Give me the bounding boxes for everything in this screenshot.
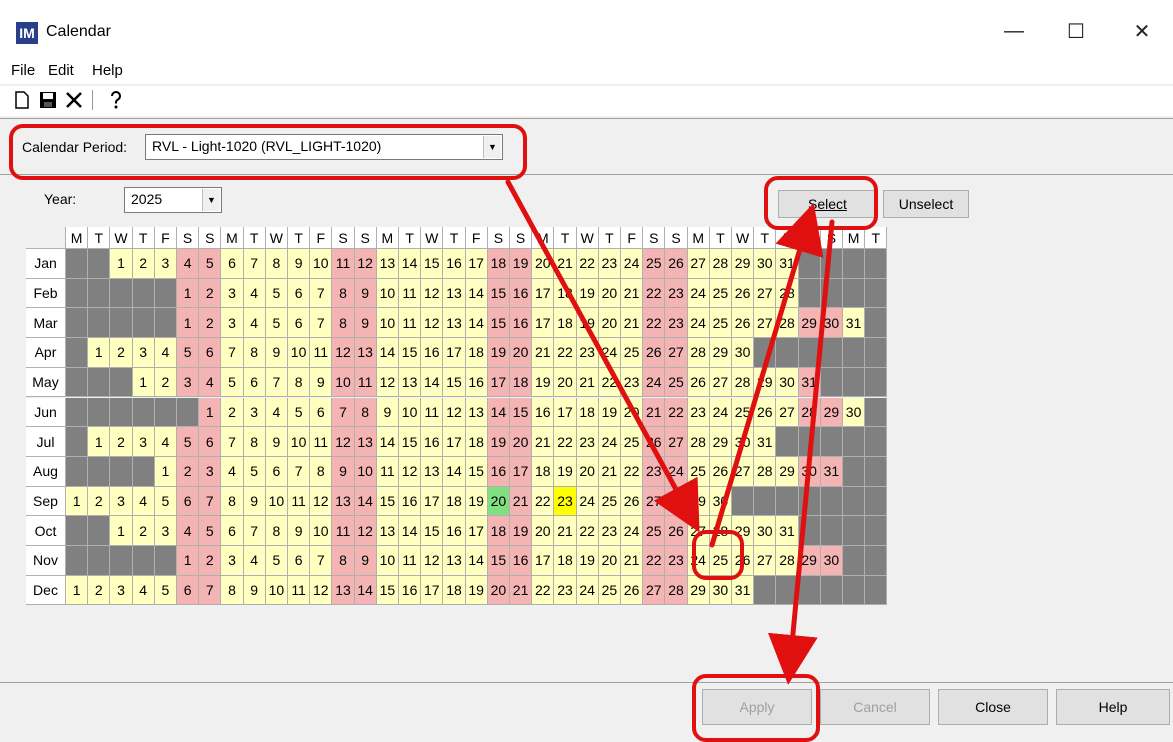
annotation-arrow — [709, 202, 824, 548]
annotation-arrow — [505, 179, 700, 533]
annotation-box-apply — [692, 674, 820, 742]
annotation-arrow — [767, 219, 835, 685]
annotation-box-day-23 — [692, 530, 744, 580]
annotation-overlay — [505, 179, 835, 685]
annotation-box-calendar-period — [9, 124, 527, 180]
annotation-box-select — [764, 176, 878, 230]
